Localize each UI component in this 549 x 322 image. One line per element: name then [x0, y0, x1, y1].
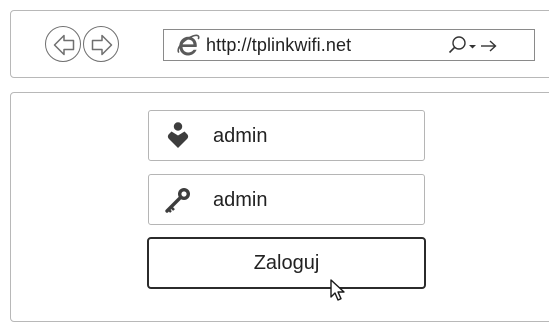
password-value: admin — [213, 189, 268, 211]
username-field[interactable]: admin — [148, 110, 425, 161]
dropdown-icon — [469, 45, 476, 49]
forward-button[interactable] — [83, 26, 119, 62]
address-bar[interactable]: http://tplinkwifi.net — [163, 29, 535, 61]
arrow-right-icon — [91, 34, 113, 56]
search-icon[interactable] — [446, 35, 502, 57]
internet-explorer-icon — [177, 34, 200, 56]
user-icon — [167, 122, 189, 148]
key-icon — [165, 188, 190, 213]
mouse-pointer-icon — [330, 279, 345, 301]
login-button[interactable]: Zaloguj — [147, 237, 426, 289]
password-field[interactable]: admin — [148, 174, 425, 225]
go-arrow-icon — [481, 40, 497, 52]
login-button-label: Zaloguj — [253, 252, 320, 274]
url-text: http://tplinkwifi.net — [206, 35, 352, 55]
arrow-left-icon — [53, 34, 75, 56]
back-button[interactable] — [45, 26, 81, 62]
username-value: admin — [213, 125, 268, 147]
browser-toolbar: http://tplinkwifi.net — [10, 10, 549, 78]
